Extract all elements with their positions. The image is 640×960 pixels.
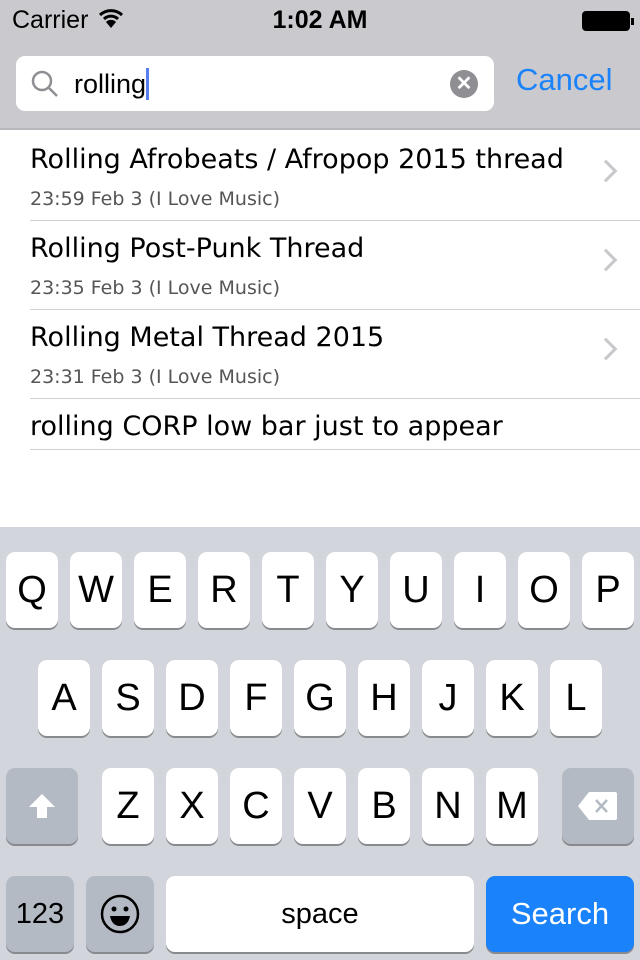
cancel-button[interactable]: Cancel [516, 62, 613, 98]
key-j[interactable]: J [422, 660, 474, 736]
key-u[interactable]: U [390, 552, 442, 628]
emoji-icon [100, 894, 140, 934]
key-v[interactable]: V [294, 768, 346, 844]
key-a[interactable]: A [38, 660, 90, 736]
result-subtitle: 23:31 Feb 3 (I Love Music) [30, 366, 280, 388]
key-y[interactable]: Y [326, 552, 378, 628]
clear-icon[interactable]: ✕ [450, 70, 478, 98]
key-l[interactable]: L [550, 660, 602, 736]
key-n[interactable]: N [422, 768, 474, 844]
key-c[interactable]: C [230, 768, 282, 844]
result-title: Rolling Post-Punk Thread [30, 233, 365, 264]
key-t[interactable]: T [262, 552, 314, 628]
shift-arrow-icon [29, 794, 55, 818]
key-r[interactable]: R [198, 552, 250, 628]
key-f[interactable]: F [230, 660, 282, 736]
key-p[interactable]: P [582, 552, 634, 628]
magnifier-icon [31, 70, 58, 97]
chevron-right-icon [594, 337, 618, 361]
chevron-right-icon [594, 248, 618, 272]
navigation-bar: Carrier 1:02 AM rolling ✕ Cancel [0, 0, 640, 130]
battery-icon [582, 11, 634, 31]
key-z[interactable]: Z [102, 768, 154, 844]
key-o[interactable]: O [518, 552, 570, 628]
keyboard: Q W E R T Y U I O P A S D F G H J K L Z X C V B N M 123 space Search [0, 527, 640, 960]
search-key[interactable]: Search [486, 876, 634, 952]
search-input[interactable]: rolling [74, 69, 146, 99]
result-row[interactable]: rolling CORP low bar just to appear [30, 399, 640, 450]
shift-key[interactable] [6, 768, 78, 844]
key-e[interactable]: E [134, 552, 186, 628]
delete-key[interactable] [562, 768, 634, 844]
search-field[interactable]: rolling ✕ [16, 56, 494, 111]
key-x[interactable]: X [166, 768, 218, 844]
key-d[interactable]: D [166, 660, 218, 736]
key-k[interactable]: K [486, 660, 538, 736]
key-q[interactable]: Q [6, 552, 58, 628]
clock: 1:02 AM [272, 6, 368, 34]
text-caret [146, 68, 150, 100]
key-s[interactable]: S [102, 660, 154, 736]
results-list: Rolling Afrobeats / Afropop 2015 thread 2… [0, 132, 640, 450]
backspace-icon [578, 792, 617, 820]
result-row[interactable]: Rolling Metal Thread 2015 23:31 Feb 3 (I … [30, 310, 640, 399]
result-subtitle: 23:59 Feb 3 (I Love Music) [30, 188, 280, 210]
result-title: Rolling Afrobeats / Afropop 2015 thread [30, 144, 564, 175]
result-title: Rolling Metal Thread 2015 [30, 322, 385, 353]
key-w[interactable]: W [70, 552, 122, 628]
result-row[interactable]: Rolling Post-Punk Thread 23:35 Feb 3 (I L… [30, 221, 640, 310]
numbers-key[interactable]: 123 [6, 876, 74, 952]
key-b[interactable]: B [358, 768, 410, 844]
chevron-right-icon [594, 159, 618, 183]
result-subtitle: 23:35 Feb 3 (I Love Music) [30, 277, 280, 299]
key-m[interactable]: M [486, 768, 538, 844]
result-row[interactable]: Rolling Afrobeats / Afropop 2015 thread 2… [30, 132, 640, 221]
result-title: rolling CORP low bar just to appear [30, 411, 503, 442]
space-key[interactable]: space [166, 876, 474, 952]
key-i[interactable]: I [454, 552, 506, 628]
key-g[interactable]: G [294, 660, 346, 736]
emoji-key[interactable] [86, 876, 154, 952]
key-h[interactable]: H [358, 660, 410, 736]
